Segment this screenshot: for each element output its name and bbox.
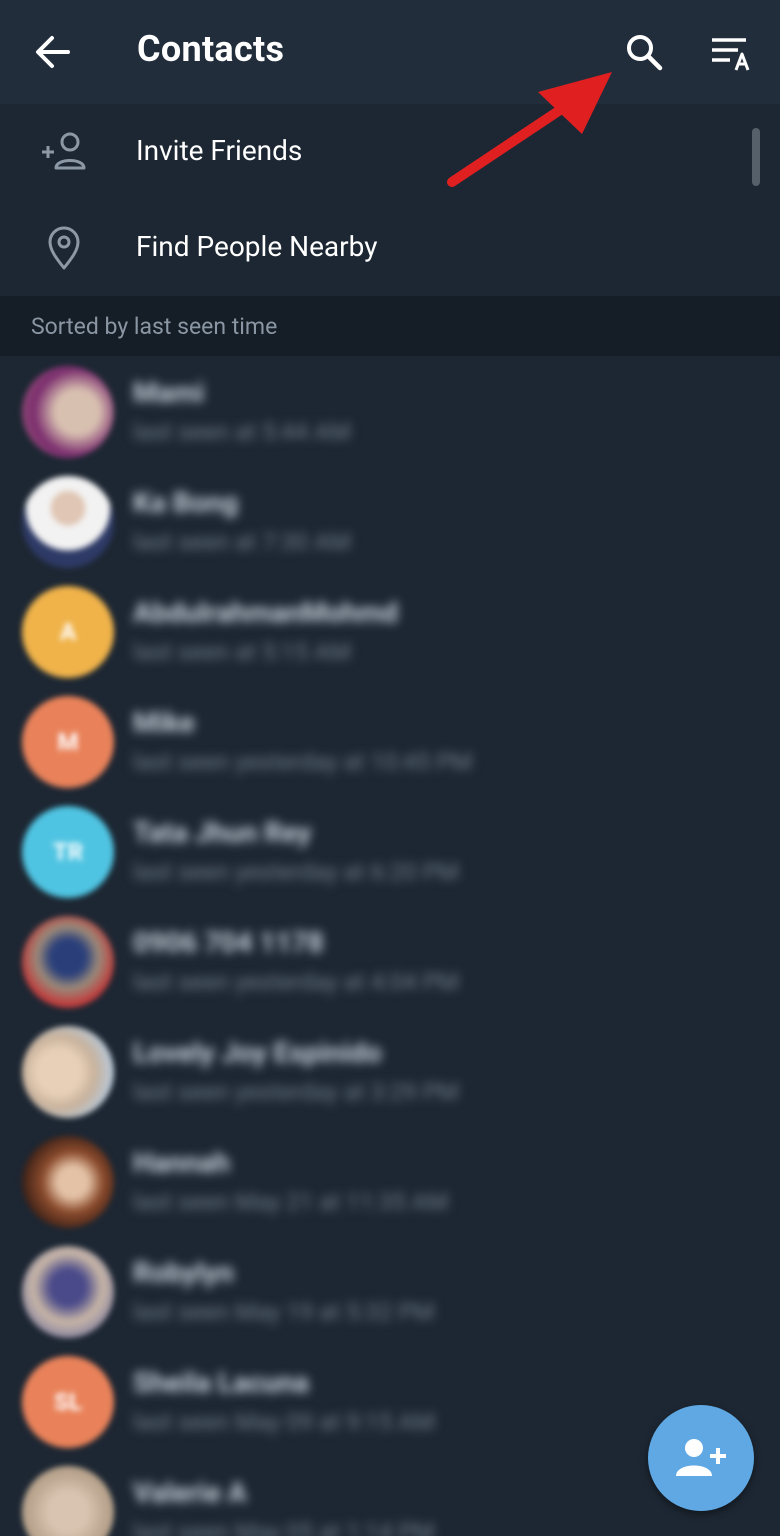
search-icon — [627, 35, 663, 71]
add-person-icon — [42, 132, 86, 170]
location-pin-icon — [48, 226, 80, 270]
contact-row[interactable]: Hannah last seen May 21 at 11:35 AM — [0, 1126, 780, 1236]
top-app-bar: Contacts — [0, 0, 780, 105]
contact-name: Ka Bong — [133, 486, 239, 519]
contact-row[interactable]: A AbdulrahmanMohmd last seen at 5:15 AM — [0, 576, 780, 686]
invite-friends-label: Invite Friends — [136, 134, 303, 167]
contact-row[interactable]: 0906 704 1178 last seen yesterday at 4:0… — [0, 906, 780, 1016]
find-people-nearby-label: Find People Nearby — [136, 230, 378, 263]
contact-status: last seen yesterday at 10:45 PM — [133, 748, 473, 776]
avatar-initials: SL — [54, 1388, 82, 1416]
contact-row[interactable]: M Mike last seen yesterday at 10:45 PM — [0, 686, 780, 796]
sort-description: Sorted by last seen time — [31, 313, 278, 340]
avatar: SL — [22, 1356, 114, 1448]
contact-status: last seen May 21 at 11:35 AM — [133, 1188, 449, 1216]
contact-status: last seen at 7:30 AM — [133, 528, 351, 556]
contact-status: last seen yesterday at 6:20 PM — [133, 858, 459, 886]
avatar — [22, 1466, 114, 1536]
contact-name: Mike — [133, 706, 195, 739]
contacts-menu: Invite Friends Find People Nearby — [0, 104, 780, 296]
avatar: M — [22, 696, 114, 788]
contact-row[interactable]: Mami last seen at 5:44 AM — [0, 356, 780, 466]
avatar — [22, 1246, 114, 1338]
sort-alpha-icon — [712, 38, 750, 71]
contact-name: Tata Jhun Rey — [133, 816, 312, 849]
contact-status: last seen at 5:44 AM — [133, 418, 351, 446]
add-contact-icon — [676, 1439, 726, 1476]
avatar — [22, 476, 114, 568]
contacts-list: Mami last seen at 5:44 AM Ka Bong last s… — [0, 356, 780, 1536]
avatar — [22, 1136, 114, 1228]
contact-status: last seen yesterday at 4:04 PM — [133, 968, 459, 996]
contact-name: Lovely Joy Espinido — [133, 1036, 382, 1069]
avatar: A — [22, 586, 114, 678]
contact-row[interactable]: Robylyn last seen May 19 at 5:32 PM — [0, 1236, 780, 1346]
search-button[interactable] — [620, 28, 668, 76]
find-people-nearby-item[interactable]: Find People Nearby — [0, 200, 780, 296]
avatar — [22, 916, 114, 1008]
contact-name: Robylyn — [133, 1256, 234, 1289]
contact-row[interactable]: Ka Bong last seen at 7:30 AM — [0, 466, 780, 576]
contact-row[interactable]: Lovely Joy Espinido last seen yesterday … — [0, 1016, 780, 1126]
contact-name: 0906 704 1178 — [133, 926, 324, 959]
contact-status: last seen May 09 at 9:15 AM — [133, 1408, 435, 1436]
invite-friends-item[interactable]: Invite Friends — [0, 104, 780, 200]
avatar: TR — [22, 806, 114, 898]
section-header: Sorted by last seen time — [0, 296, 780, 356]
contact-name: Mami — [133, 376, 205, 409]
contact-status: last seen at 5:15 AM — [133, 638, 351, 666]
contact-name: Valerie A — [133, 1476, 247, 1509]
contact-status: last seen yesterday at 3:29 PM — [133, 1078, 459, 1106]
avatar-initials: M — [57, 728, 79, 756]
avatar-initials: TR — [52, 838, 84, 866]
contact-row[interactable]: TR Tata Jhun Rey last seen yesterday at … — [0, 796, 780, 906]
contact-name: Sheila Lacuna — [133, 1366, 309, 1399]
avatar — [22, 366, 114, 458]
page-title: Contacts — [137, 28, 285, 70]
arrow-left-icon — [36, 36, 70, 68]
scrollbar-thumb[interactable] — [752, 128, 760, 186]
avatar-initials: A — [59, 618, 77, 646]
back-button[interactable] — [30, 26, 78, 78]
contact-name: Hannah — [133, 1146, 230, 1179]
sort-button[interactable] — [708, 34, 758, 74]
contact-name: AbdulrahmanMohmd — [133, 596, 398, 629]
contact-status: last seen May 05 at 1:14 PM — [133, 1518, 435, 1536]
contact-status: last seen May 19 at 5:32 PM — [133, 1298, 435, 1326]
add-contact-button[interactable] — [648, 1405, 754, 1511]
avatar — [22, 1026, 114, 1118]
